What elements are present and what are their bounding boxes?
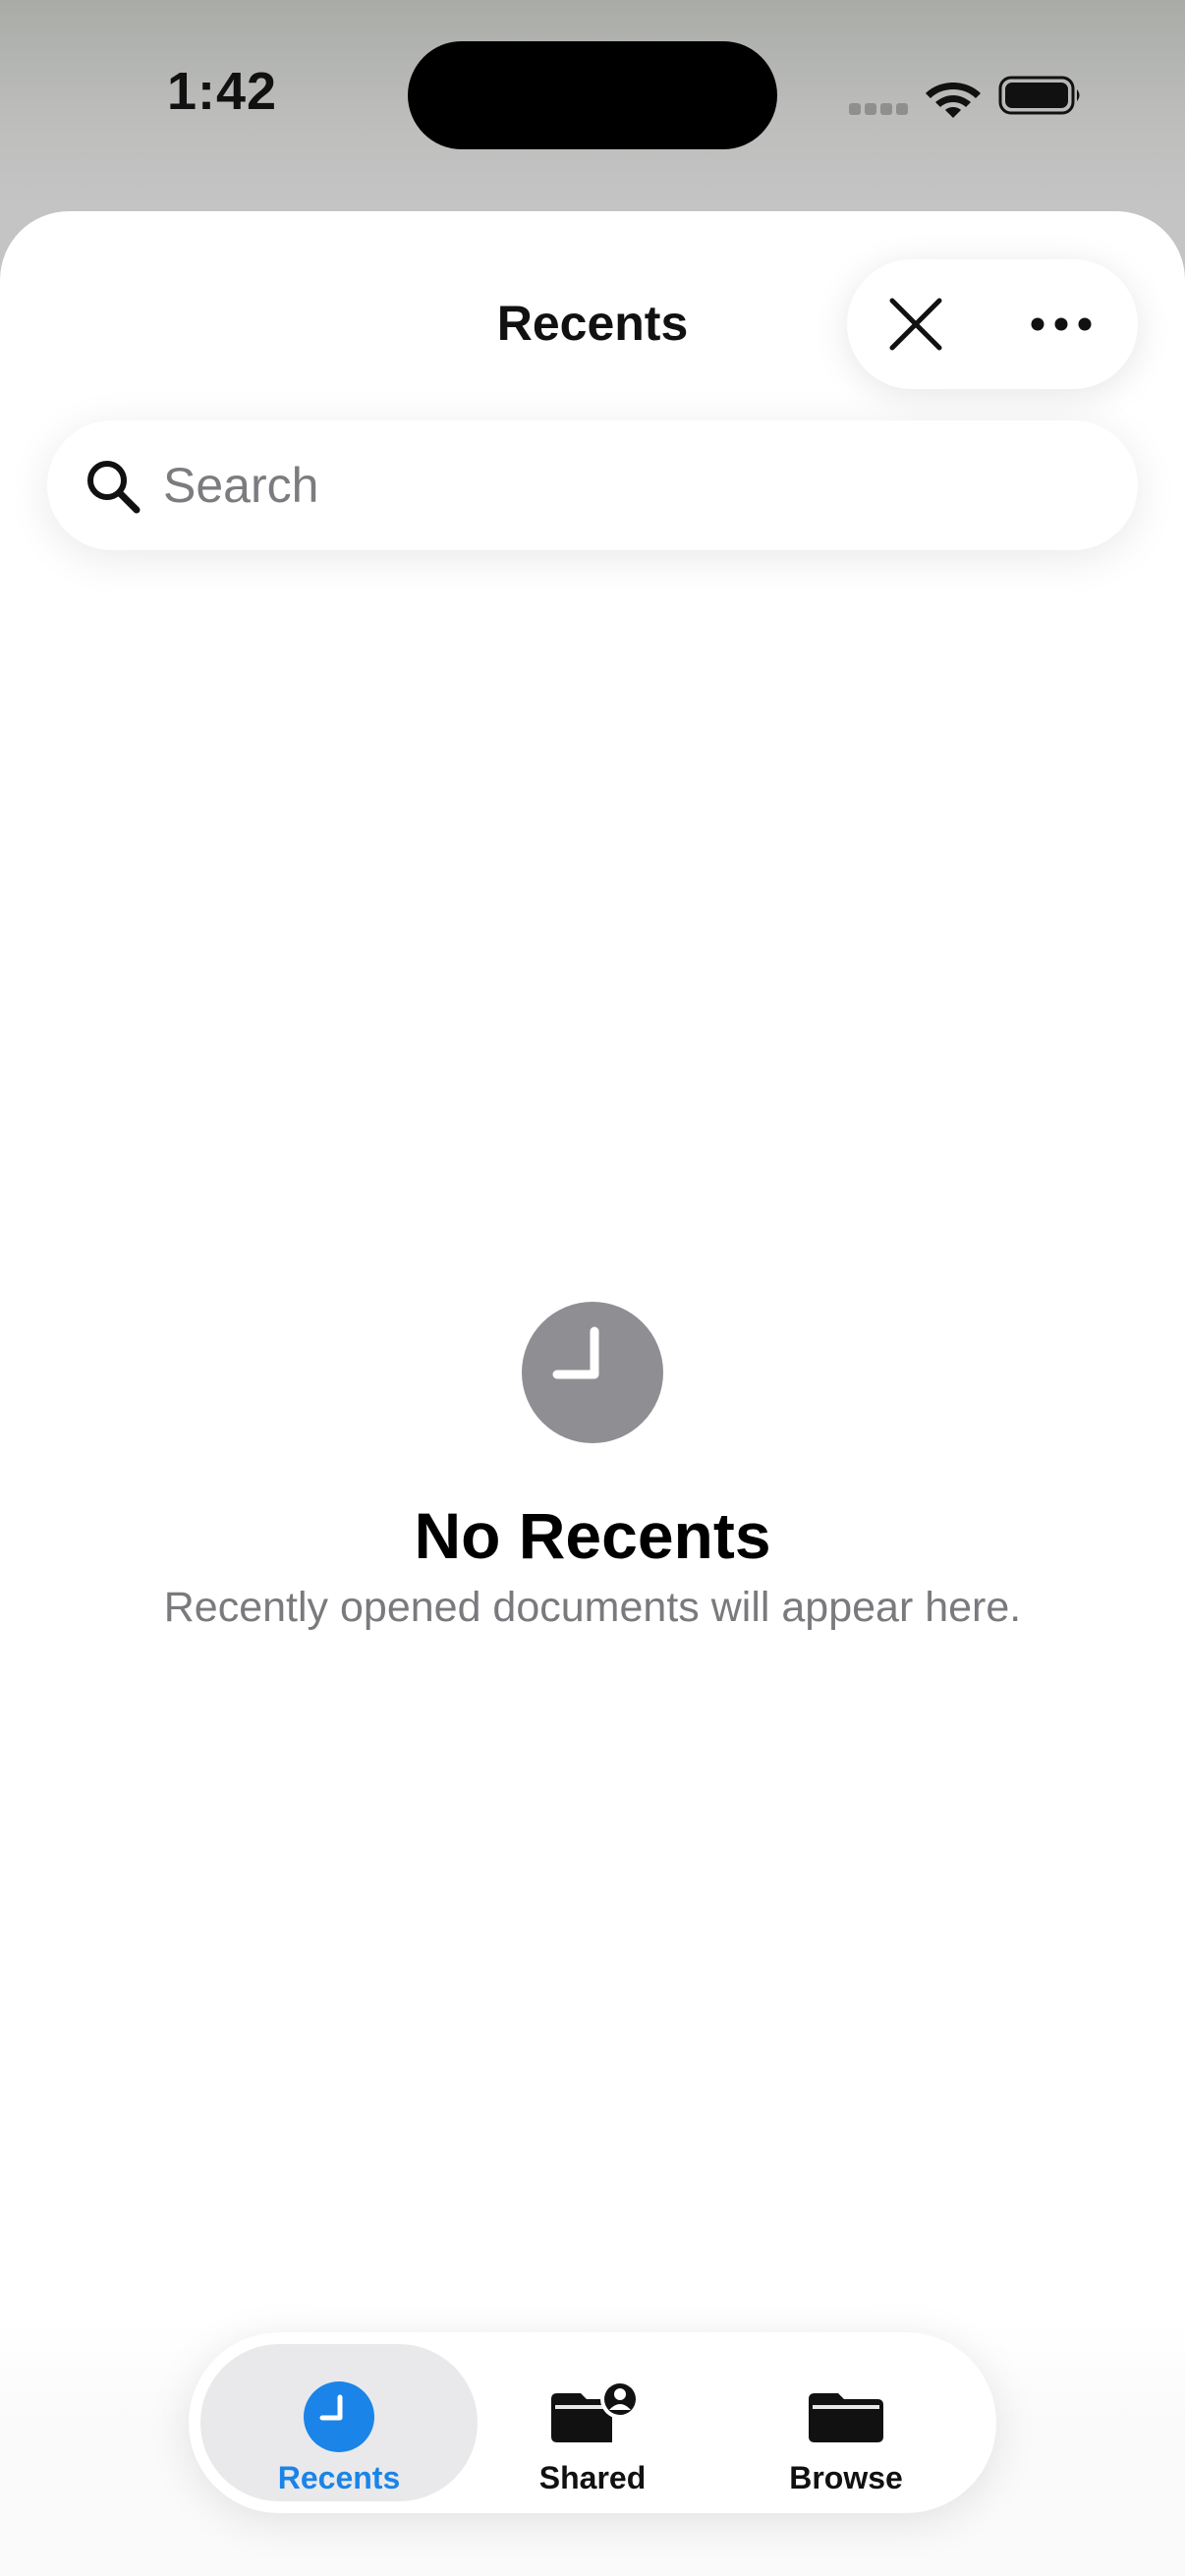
shared-folder-icon xyxy=(551,2381,640,2442)
dynamic-island xyxy=(408,41,777,149)
close-button[interactable] xyxy=(876,285,955,364)
search-icon xyxy=(87,461,141,514)
search-bar[interactable] xyxy=(47,420,1138,550)
folder-icon xyxy=(809,2393,883,2442)
wifi-icon xyxy=(926,83,981,118)
nav-actions-pill xyxy=(847,259,1138,389)
tab-bar: Recents Shared Browse xyxy=(189,2332,996,2513)
empty-state-title: No Recents xyxy=(414,1499,771,1572)
clock-icon xyxy=(304,2381,374,2452)
more-button[interactable] xyxy=(1022,285,1100,364)
clock-icon xyxy=(522,1302,663,1443)
tab-label: Recents xyxy=(277,2460,401,2495)
tab-label: Browse xyxy=(789,2460,903,2495)
tab-shared[interactable]: Shared xyxy=(454,2344,731,2501)
cellular-signal-icon xyxy=(849,102,912,120)
tab-browse[interactable]: Browse xyxy=(707,2344,985,2501)
status-bar: 1:42 xyxy=(0,0,1185,211)
search-input[interactable] xyxy=(163,420,1106,550)
empty-state-subtitle: Recently opened documents will appear he… xyxy=(163,1584,1022,1631)
close-icon xyxy=(889,298,942,351)
tab-label: Shared xyxy=(538,2460,647,2495)
tab-recents[interactable]: Recents xyxy=(200,2344,478,2501)
ellipsis-icon xyxy=(1031,317,1092,331)
battery-icon xyxy=(998,76,1080,115)
status-time: 1:42 xyxy=(167,62,278,121)
